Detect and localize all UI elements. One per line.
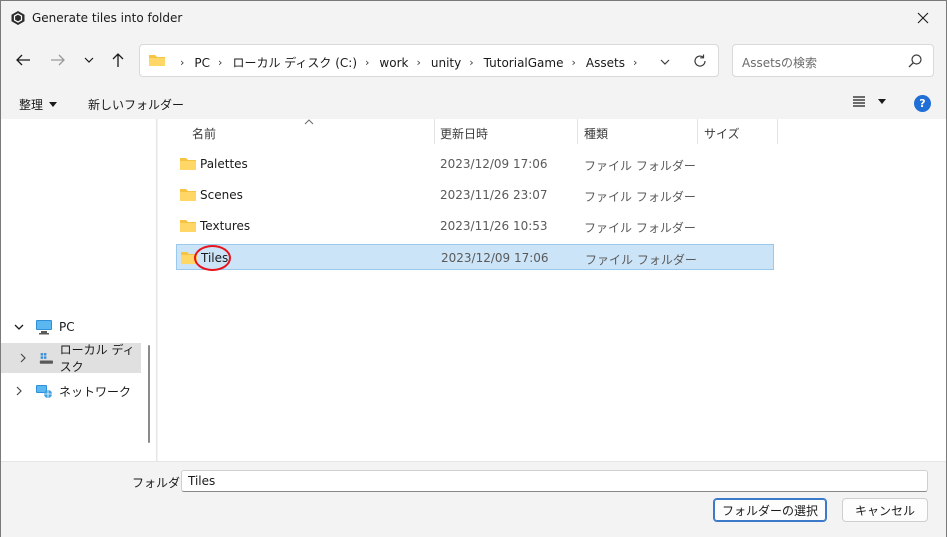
chevron-down-icon <box>84 57 94 63</box>
folder-icon <box>180 158 196 170</box>
file-modified: 2023/12/09 17:06 <box>440 157 548 171</box>
close-button[interactable] <box>900 1 946 35</box>
organize-label: 整理 <box>19 98 44 112</box>
breadcrumb-item-assets[interactable]: Assets <box>586 56 625 70</box>
column-divider[interactable] <box>697 119 698 144</box>
caret-down-icon <box>49 102 58 107</box>
new-folder-button[interactable]: 新しいフォルダー <box>88 96 184 113</box>
back-button[interactable] <box>12 49 34 71</box>
arrow-right-icon <box>51 54 65 66</box>
pc-icon <box>36 320 52 335</box>
search-placeholder: Assetsの検索 <box>742 56 818 70</box>
file-type: ファイル フォルダー <box>585 253 697 267</box>
help-button[interactable]: ? <box>914 95 931 112</box>
file-type: ファイル フォルダー <box>584 190 696 204</box>
folder-name-input[interactable] <box>181 470 928 492</box>
nav-item-label: ネットワーク <box>59 384 132 399</box>
column-divider[interactable] <box>434 119 435 144</box>
nav-item-network[interactable]: ネットワーク <box>1 376 141 406</box>
file-name: Scenes <box>200 188 243 202</box>
organize-menu-button[interactable]: 整理 <box>19 96 58 113</box>
title-bar: Generate tiles into folder <box>1 1 946 35</box>
chevron-right-icon[interactable]: › <box>633 56 637 69</box>
search-input[interactable]: Assetsの検索 <box>732 44 934 77</box>
column-header-size[interactable]: サイズ <box>704 125 740 142</box>
forward-button[interactable] <box>47 49 69 71</box>
list-view-icon <box>853 96 865 107</box>
cancel-button[interactable]: キャンセル <box>842 498 928 522</box>
window-title: Generate tiles into folder <box>32 11 183 25</box>
chevron-right-icon[interactable] <box>19 353 29 363</box>
file-modified: 2023/11/26 23:07 <box>440 188 548 202</box>
folder-icon <box>180 189 196 201</box>
nav-item-local-disk[interactable]: ローカル ディスク <box>1 343 141 374</box>
breadcrumb-item-work[interactable]: work <box>379 56 408 70</box>
column-divider[interactable] <box>577 119 578 144</box>
arrow-up-icon <box>112 53 124 67</box>
search-icon[interactable] <box>907 53 923 69</box>
command-bar: 整理 新しいフォルダー ? <box>1 89 946 119</box>
folder-icon <box>149 55 165 66</box>
caret-down-icon <box>878 98 886 104</box>
dialog-footer: フォルダー: フォルダーの選択 キャンセル <box>1 461 946 537</box>
breadcrumb-item-local-disk[interactable]: ローカル ディスク (C:) <box>232 54 357 71</box>
folder-picker-dialog: Generate tiles into folder › PC › ローカル デ… <box>0 0 947 537</box>
chevron-right-icon: › <box>218 56 223 69</box>
file-name: Textures <box>200 219 251 233</box>
chevron-right-icon: › <box>469 56 474 69</box>
drive-icon <box>39 353 53 364</box>
folder-icon <box>180 220 196 232</box>
unity-app-icon <box>11 11 25 25</box>
select-folder-button[interactable]: フォルダーの選択 <box>713 498 827 522</box>
table-row[interactable]: Scenes 2023/11/26 23:07 ファイル フォルダー <box>176 182 774 208</box>
network-icon <box>36 385 52 398</box>
file-name: Tiles <box>201 251 229 265</box>
file-modified: 2023/11/26 10:53 <box>440 219 548 233</box>
chevron-right-icon: › <box>571 56 576 69</box>
up-button[interactable] <box>107 49 129 71</box>
file-modified: 2023/12/09 17:06 <box>441 251 549 265</box>
help-icon: ? <box>919 97 926 110</box>
chevron-down-icon[interactable] <box>13 324 25 331</box>
table-row[interactable]: Palettes 2023/12/09 17:06 ファイル フォルダー <box>176 151 774 177</box>
column-divider[interactable] <box>777 119 778 144</box>
nav-item-label: PC <box>59 320 75 334</box>
nav-item-label: ローカル ディスク <box>59 343 135 374</box>
view-options-button[interactable] <box>852 95 886 107</box>
breadcrumb: › PC › ローカル ディスク (C:) › work › unity › T… <box>172 54 647 71</box>
chevron-right-icon[interactable] <box>13 386 25 396</box>
file-type: ファイル フォルダー <box>584 221 696 235</box>
refresh-icon[interactable] <box>692 53 708 69</box>
sort-ascending-icon <box>304 119 314 125</box>
address-bar[interactable]: › PC › ローカル ディスク (C:) › work › unity › T… <box>139 44 719 77</box>
chevron-right-icon: › <box>180 56 185 69</box>
recent-locations-button[interactable] <box>78 49 100 71</box>
table-row[interactable]: Textures 2023/11/26 10:53 ファイル フォルダー <box>176 213 774 239</box>
navigation-scrollbar[interactable] <box>148 345 150 443</box>
chevron-right-icon: › <box>365 56 370 69</box>
file-list: 名前 更新日時 種類 サイズ Palettes 2023/12/09 17:06… <box>158 119 946 461</box>
breadcrumb-item-unity[interactable]: unity <box>431 56 461 70</box>
column-header-modified[interactable]: 更新日時 <box>440 125 488 142</box>
breadcrumb-item-tutorialgame[interactable]: TutorialGame <box>484 56 564 70</box>
column-header-name[interactable]: 名前 <box>192 125 216 142</box>
close-icon <box>917 12 929 24</box>
table-row-selected[interactable]: Tiles 2023/12/09 17:06 ファイル フォルダー <box>176 244 774 271</box>
arrow-left-icon <box>16 54 30 66</box>
file-type: ファイル フォルダー <box>584 159 696 173</box>
column-header-type[interactable]: 種類 <box>584 125 608 142</box>
chevron-right-icon: › <box>416 56 421 69</box>
nav-item-pc[interactable]: PC <box>1 312 141 342</box>
navigation-pane: PC ローカル ディスク ネットワーク <box>1 119 157 461</box>
file-name: Palettes <box>200 157 248 171</box>
address-dropdown-icon[interactable] <box>657 54 673 70</box>
breadcrumb-item-pc[interactable]: PC <box>194 56 210 70</box>
